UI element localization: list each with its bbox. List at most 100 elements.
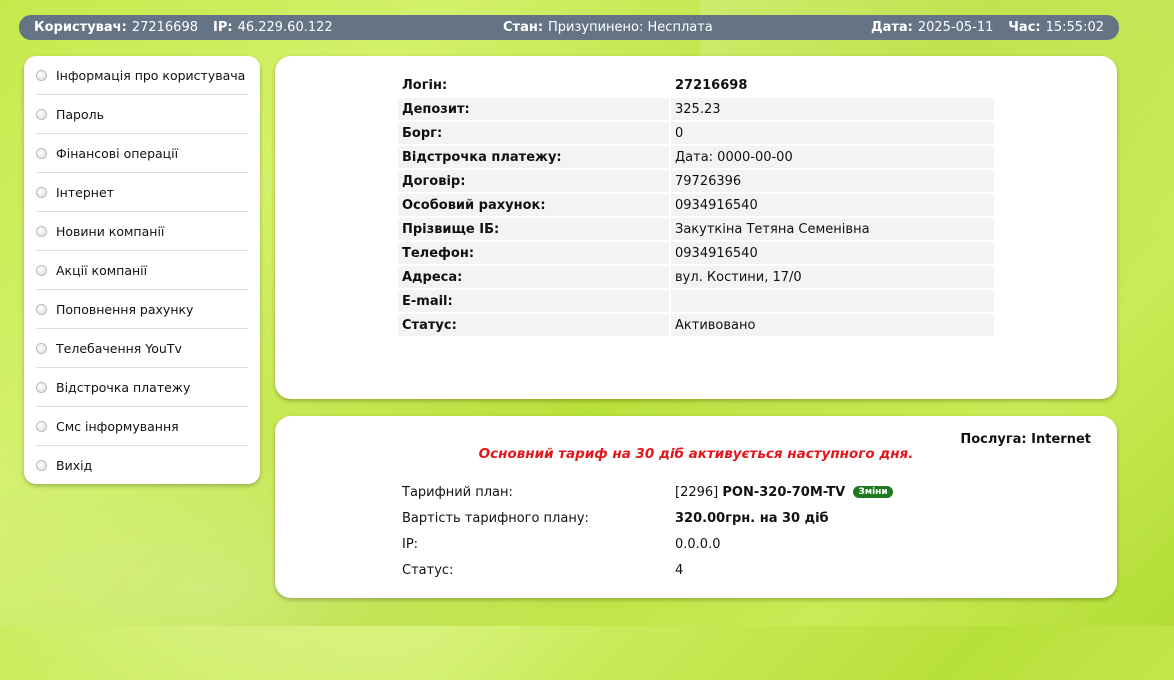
row-value: 325.23: [671, 98, 994, 120]
table-row: Борг: 0: [398, 122, 994, 144]
sidebar-item-label: Поповнення рахунку: [56, 301, 194, 317]
cost-value: 320.00грн. на 30 діб: [675, 510, 829, 526]
row-value: 79726396: [671, 170, 994, 192]
table-row: Особовий рахунок: 0934916540: [398, 194, 994, 216]
row-value: 0: [671, 122, 994, 144]
radio-bullet-icon: [36, 459, 47, 471]
row-key: E-mail:: [398, 290, 669, 312]
row-key: Борг:: [398, 122, 669, 144]
sidebar-item-label: Смс інформування: [56, 418, 179, 434]
sidebar-item-label: Фінансові операції: [56, 145, 179, 161]
service-title: Послуга: Internet: [960, 432, 1091, 447]
status-label: Статус:: [402, 562, 454, 578]
table-row: Телефон: 0934916540: [398, 242, 994, 264]
user-label: Користувач:: [34, 20, 127, 35]
sidebar-item-user-info[interactable]: Інформація про користувача: [36, 56, 248, 95]
plan-name: PON-320-70M-TV: [722, 484, 846, 500]
sidebar-item-label: Телебачення YouTv: [56, 340, 182, 356]
user-value: 27216698: [131, 20, 198, 35]
change-plan-button[interactable]: Зміни: [853, 486, 893, 498]
radio-bullet-icon: [36, 264, 47, 276]
radio-bullet-icon: [36, 147, 47, 159]
radio-bullet-icon: [36, 108, 47, 120]
row-value: вул. Костини, 17/0: [671, 266, 994, 288]
table-row: Договір: 79726396: [398, 170, 994, 192]
radio-bullet-icon: [36, 225, 47, 237]
datetime-group: Дата: 2025-05-11 Час: 15:55:02: [871, 20, 1104, 35]
row-key: Статус:: [398, 314, 669, 336]
sidebar-item-sms[interactable]: Смс інформування: [36, 407, 248, 446]
table-row: E-mail:: [398, 290, 994, 312]
table-row: Вартість тарифного плану: 320.00грн. на …: [398, 506, 994, 530]
sidebar-menu: Інформація про користувача Пароль Фінанс…: [24, 56, 260, 484]
row-value: 0934916540: [671, 242, 994, 264]
user-info-table: Логін: 27216698 Депозит: 325.23 Борг: 0 Від…: [396, 72, 996, 338]
date-label: Дата:: [871, 20, 913, 35]
table-row: Тарифний план: [2296] PON-320-70M-TV Змі…: [398, 480, 994, 504]
row-key: Депозит:: [398, 98, 669, 120]
radio-bullet-icon: [36, 342, 47, 354]
radio-bullet-icon: [36, 381, 47, 393]
service-value: Internet: [1031, 432, 1091, 447]
sidebar-item-promotions[interactable]: Акції компанії: [36, 251, 248, 290]
ip-label: IP:: [402, 536, 419, 552]
service-panel: Послуга: Internet Основний тариф на 30 д…: [275, 416, 1117, 598]
plan-code: [2296]: [675, 484, 719, 500]
table-row: Статус: Активовано: [398, 314, 994, 336]
sidebar-item-label: Інтернет: [56, 184, 114, 200]
ip-value: 0.0.0.0: [675, 536, 721, 552]
date-value: 2025-05-11: [917, 20, 994, 35]
row-key: Телефон:: [398, 242, 669, 264]
plan-label: Тарифний план:: [402, 484, 513, 500]
row-value: 27216698: [675, 77, 748, 93]
service-label: Послуга:: [960, 432, 1027, 447]
radio-bullet-icon: [36, 303, 47, 315]
sidebar-item-finance[interactable]: Фінансові операції: [36, 134, 248, 173]
table-row: Депозит: 325.23: [398, 98, 994, 120]
cost-label: Вартість тарифного плану:: [402, 510, 589, 526]
row-key: Прізвище ІБ:: [398, 218, 669, 240]
ip-label: IP:: [212, 20, 233, 35]
sidebar-item-label: Вихід: [56, 457, 93, 473]
user-info-panel: Логін: 27216698 Депозит: 325.23 Борг: 0 Від…: [275, 56, 1117, 399]
status-bar: Користувач: 27216698 IP: 46.229.60.122 С…: [19, 15, 1119, 40]
table-row: Прізвище ІБ: Закуткіна Тетяна Семенівна: [398, 218, 994, 240]
sidebar-item-news[interactable]: Новини компанії: [36, 212, 248, 251]
table-row: Логін: 27216698: [398, 74, 994, 96]
plan-value: [2296] PON-320-70M-TV Зміни: [671, 480, 994, 504]
sidebar-item-payment-deferral[interactable]: Відстрочка платежу: [36, 368, 248, 407]
row-key: Логін:: [402, 77, 448, 93]
state-label: Стан:: [503, 20, 544, 35]
sidebar-item-label: Відстрочка платежу: [56, 379, 191, 395]
sidebar-item-logout[interactable]: Вихід: [36, 446, 248, 484]
sidebar-item-label: Пароль: [56, 106, 104, 122]
sidebar-item-top-up[interactable]: Поповнення рахунку: [36, 290, 248, 329]
row-key: Адреса:: [398, 266, 669, 288]
radio-bullet-icon: [36, 186, 47, 198]
row-value: [671, 290, 994, 312]
sidebar-item-password[interactable]: Пароль: [36, 95, 248, 134]
state-value: Призупинено: Несплата: [548, 20, 713, 35]
row-value: 0934916540: [671, 194, 994, 216]
row-value: Активовано: [671, 314, 994, 336]
sidebar-item-label: Інформація про користувача: [56, 67, 246, 83]
user-ip-group: Користувач: 27216698 IP: 46.229.60.122: [34, 20, 333, 35]
time-value: 15:55:02: [1045, 20, 1104, 35]
row-key: Особовий рахунок:: [398, 194, 669, 216]
row-value: Закуткіна Тетяна Семенівна: [671, 218, 994, 240]
sidebar-item-label: Новини компанії: [56, 223, 165, 239]
sidebar-item-internet[interactable]: Інтернет: [36, 173, 248, 212]
row-value: Дата: 0000-00-00: [671, 146, 994, 168]
table-row: Статус: 4: [398, 558, 994, 582]
status-value: 4: [675, 562, 684, 578]
table-row: IP: 0.0.0.0: [398, 532, 994, 556]
row-key: Договір:: [398, 170, 669, 192]
time-label: Час:: [1008, 20, 1041, 35]
radio-bullet-icon: [36, 420, 47, 432]
sidebar-item-label: Акції компанії: [56, 262, 148, 278]
ip-value: 46.229.60.122: [237, 20, 333, 35]
radio-bullet-icon: [36, 69, 47, 81]
table-row: Відстрочка платежу: Дата: 0000-00-00: [398, 146, 994, 168]
sidebar-item-youtv[interactable]: Телебачення YouTv: [36, 329, 248, 368]
tariff-warning: Основний тариф на 30 діб активується нас…: [478, 446, 914, 462]
